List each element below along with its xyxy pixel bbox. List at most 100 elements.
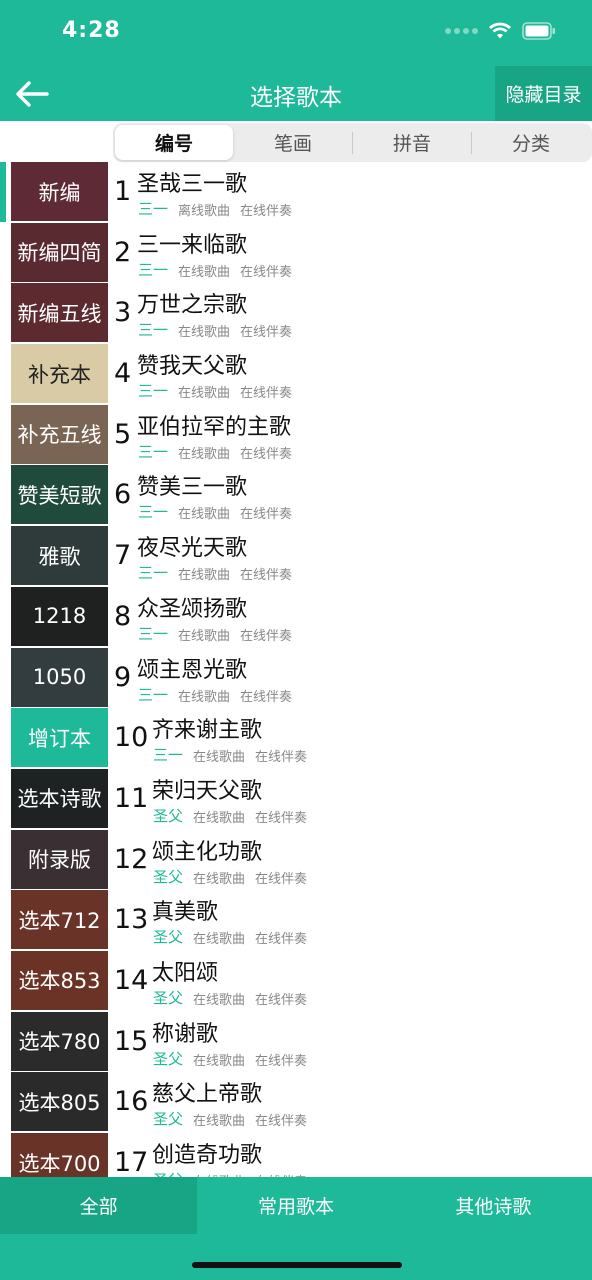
- sidebar-item-book[interactable]: 附录版: [11, 829, 108, 889]
- song-tags: 三一 在线歌曲 在线伴奏: [138, 261, 292, 280]
- tab-category[interactable]: 分类: [472, 125, 590, 160]
- sidebar-item-book[interactable]: 选本805: [11, 1072, 108, 1132]
- sidebar-item-book[interactable]: 选本712: [11, 890, 108, 950]
- song-availability-tag[interactable]: 在线歌曲: [178, 321, 230, 340]
- sidebar-item-book[interactable]: 新编: [11, 162, 108, 221]
- song-availability-tag[interactable]: 在线歌曲: [178, 625, 230, 644]
- song-number: 15: [114, 1025, 149, 1057]
- bottom-tab-all[interactable]: 全部: [0, 1177, 198, 1234]
- song-row[interactable]: 13 真美歌 圣父 在线歌曲 在线伴奏: [112, 890, 592, 951]
- song-availability-tag[interactable]: 在线歌曲: [178, 261, 230, 280]
- nav-bar: 选择歌本 隐藏目录: [0, 66, 592, 121]
- song-tags: 圣父在线歌曲在线伴奏: [153, 1050, 307, 1069]
- sidebar-item-book[interactable]: 雅歌: [11, 526, 108, 586]
- song-availability-tag[interactable]: 在线歌曲: [193, 868, 245, 887]
- hide-directory-button[interactable]: 隐藏目录: [495, 66, 592, 121]
- song-number: 17: [114, 1147, 149, 1177]
- song-row[interactable]: 10 齐来谢主歌 三一 在线歌曲 在线伴奏: [112, 708, 592, 769]
- song-availability-tag[interactable]: 在线歌曲: [193, 746, 245, 765]
- song-accompaniment-tag[interactable]: 在线伴奏: [255, 1110, 307, 1129]
- sidebar-item-book[interactable]: 选本诗歌: [11, 768, 108, 828]
- song-row[interactable]: 8 众圣颂扬歌 三一 在线歌曲 在线伴奏: [112, 587, 592, 648]
- song-accompaniment-tag[interactable]: 在线伴奏: [255, 807, 307, 826]
- song-accompaniment-tag[interactable]: 在线伴奏: [240, 503, 292, 522]
- song-accompaniment-tag[interactable]: 在线伴奏: [240, 261, 292, 280]
- song-accompaniment-tag[interactable]: 在线伴奏: [240, 625, 292, 644]
- song-availability-tag[interactable]: 在线歌曲: [178, 503, 230, 522]
- song-category: 三一: [138, 382, 169, 401]
- song-category: 圣父: [153, 1110, 184, 1129]
- song-accompaniment-tag[interactable]: 在线伴奏: [240, 564, 292, 583]
- song-number: 14: [114, 964, 149, 996]
- song-tags: 三一 在线歌曲 在线伴奏: [138, 382, 292, 401]
- song-row[interactable]: 14 太阳颂 圣父 在线歌曲 在线伴奏: [112, 951, 592, 1012]
- song-accompaniment-tag[interactable]: 在线伴奏: [255, 868, 307, 887]
- song-tags: 三一 离线歌曲 在线伴奏: [138, 200, 292, 219]
- song-availability-tag[interactable]: 在线歌曲: [193, 928, 245, 947]
- sidebar-item-book[interactable]: 增订本: [11, 708, 108, 768]
- tab-number[interactable]: 编号: [115, 125, 233, 160]
- song-number: 7: [114, 540, 132, 572]
- song-tags: 三一 在线歌曲 在线伴奏: [138, 625, 292, 644]
- song-accompaniment-tag[interactable]: 在线伴奏: [240, 443, 292, 462]
- song-availability-tag[interactable]: 在线歌曲: [178, 382, 230, 401]
- song-availability-tag[interactable]: 在线歌曲: [193, 807, 245, 826]
- song-availability-tag[interactable]: 在线歌曲: [178, 686, 230, 705]
- sidebar-item-book[interactable]: 赞美短歌: [11, 465, 108, 525]
- song-row[interactable]: 1 圣哉三一歌 三一 离线歌曲 在线伴奏: [112, 162, 592, 223]
- song-tags: 三一 在线歌曲 在线伴奏: [153, 746, 307, 765]
- song-accompaniment-tag[interactable]: 在线伴奏: [255, 989, 307, 1008]
- song-availability-tag[interactable]: 离线歌曲: [178, 200, 230, 219]
- sort-segmented-control: 编号 笔画 拼音 分类: [113, 123, 592, 162]
- sidebar-item-book[interactable]: 补充五线: [11, 404, 108, 464]
- home-indicator[interactable]: [192, 1262, 402, 1268]
- song-accompaniment-tag[interactable]: 在线伴奏: [255, 928, 307, 947]
- song-row[interactable]: 3 万世之宗歌 三一 在线歌曲 在线伴奏: [112, 283, 592, 344]
- song-tags: 三一 在线歌曲 在线伴奏: [138, 564, 292, 583]
- song-accompaniment-tag[interactable]: 在线伴奏: [240, 321, 292, 340]
- song-title: 齐来谢主歌: [152, 718, 263, 744]
- tab-strokes[interactable]: 笔画: [234, 125, 352, 160]
- song-accompaniment-tag[interactable]: 在线伴奏: [255, 1050, 307, 1069]
- song-accompaniment-tag[interactable]: 在线伴奏: [240, 686, 292, 705]
- sidebar-item-book[interactable]: 1218: [11, 586, 108, 646]
- sidebar-item-book[interactable]: 1050: [11, 647, 108, 707]
- sidebar-item-book[interactable]: 选本853: [11, 950, 108, 1010]
- song-row[interactable]: 2 三一来临歌 三一 在线歌曲 在线伴奏: [112, 223, 592, 284]
- signal-icon: [445, 28, 478, 34]
- sidebar-item-book[interactable]: 选本700: [11, 1133, 108, 1177]
- song-availability-tag[interactable]: 在线歌曲: [178, 564, 230, 583]
- bottom-tab-common-books[interactable]: 常用歌本: [197, 1177, 394, 1234]
- song-row[interactable]: 17创造奇功歌圣父在线歌曲在线伴奏: [112, 1133, 592, 1177]
- song-accompaniment-tag[interactable]: 在线伴奏: [240, 200, 292, 219]
- song-row[interactable]: 4 赞我天父歌 三一 在线歌曲 在线伴奏: [112, 344, 592, 405]
- bottom-tab-other-hymns[interactable]: 其他诗歌: [395, 1177, 592, 1234]
- song-row[interactable]: 16 慈父上帝歌 圣父 在线歌曲 在线伴奏: [112, 1072, 592, 1133]
- song-tags: 三一 在线歌曲 在线伴奏: [138, 503, 292, 522]
- song-accompaniment-tag[interactable]: 在线伴奏: [255, 746, 307, 765]
- song-row[interactable]: 11 荣归天父歌 圣父 在线歌曲 在线伴奏: [112, 769, 592, 830]
- song-row[interactable]: 7 夜尽光天歌 三一 在线歌曲 在线伴奏: [112, 526, 592, 587]
- song-row[interactable]: 6 赞美三一歌 三一 在线歌曲 在线伴奏: [112, 465, 592, 526]
- song-accompaniment-tag[interactable]: 在线伴奏: [240, 382, 292, 401]
- song-availability-tag[interactable]: 在线歌曲: [178, 443, 230, 462]
- song-row[interactable]: 12 颂主化功歌 圣父 在线歌曲 在线伴奏: [112, 830, 592, 891]
- sidebar-item-book[interactable]: 补充本: [11, 344, 108, 404]
- sidebar-item-book[interactable]: 新编四简: [11, 222, 108, 282]
- song-category: 三一: [153, 746, 184, 765]
- song-row[interactable]: 9 颂主恩光歌 三一 在线歌曲 在线伴奏: [112, 648, 592, 709]
- song-row[interactable]: 5 亚伯拉罕的主歌 三一 在线歌曲 在线伴奏: [112, 405, 592, 466]
- song-availability-tag[interactable]: 在线歌曲: [193, 1110, 245, 1129]
- song-number: 6: [114, 479, 132, 511]
- song-category: 三一: [138, 442, 169, 461]
- song-availability-tag[interactable]: 在线歌曲: [193, 989, 245, 1008]
- song-number: 12: [114, 843, 149, 875]
- sidebar-item-book[interactable]: 新编五线: [11, 283, 108, 343]
- song-tags: 三一 在线歌曲 在线伴奏: [138, 686, 292, 705]
- sidebar-item-book[interactable]: 选本780: [11, 1011, 108, 1071]
- tab-pinyin[interactable]: 拼音: [353, 125, 471, 160]
- song-category: 圣父: [153, 867, 184, 886]
- song-row[interactable]: 15 称谢歌 圣父 在线歌曲 在线伴奏: [112, 1012, 592, 1073]
- song-title: 亚伯拉罕的主歌: [137, 414, 292, 440]
- song-availability-tag[interactable]: 在线歌曲: [193, 1050, 245, 1069]
